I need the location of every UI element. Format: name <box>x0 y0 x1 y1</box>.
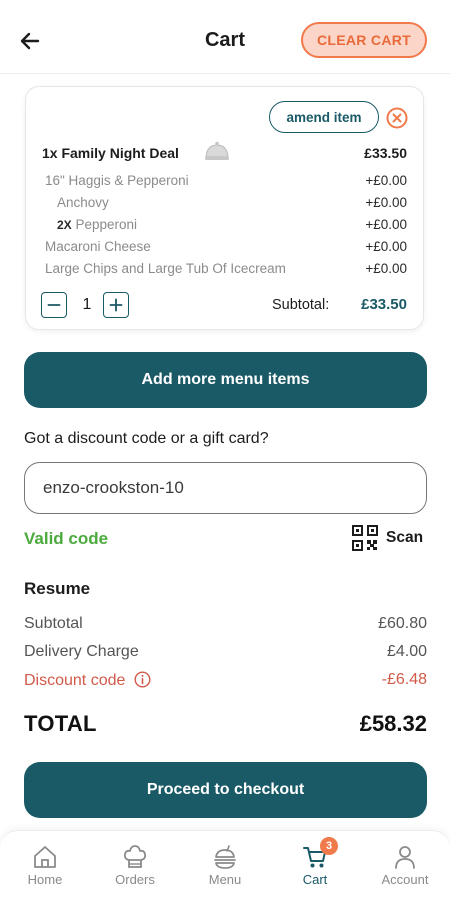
option-price: +£0.00 <box>365 261 407 276</box>
option-label: 2X Pepperoni <box>57 217 137 232</box>
option-price: +£0.00 <box>365 173 407 188</box>
bottom-nav: Home Orders Menu 3 Cart Account <box>0 830 450 900</box>
option-label: Large Chips and Large Tub Of Icecream <box>45 261 286 276</box>
amend-item-button[interactable]: amend item <box>269 101 379 133</box>
discount-code-input[interactable] <box>24 462 427 514</box>
chef-hat-icon <box>123 845 147 868</box>
scan-label: Scan <box>386 529 424 546</box>
option-label: Anchovy <box>57 195 109 210</box>
option-price: +£0.00 <box>365 239 407 254</box>
discount-code-value: -£6.48 <box>381 671 427 688</box>
resume-title: Resume <box>24 579 91 598</box>
total-label: TOTAL <box>24 711 97 736</box>
discount-question: Got a discount code or a gift card? <box>24 430 269 447</box>
nav-item-cart[interactable]: 3 Cart <box>270 837 360 887</box>
home-icon <box>34 846 56 868</box>
remove-item-icon[interactable] <box>386 107 408 129</box>
nav-item-account[interactable]: Account <box>360 843 450 887</box>
clear-cart-button[interactable]: CLEAR CART <box>301 22 427 58</box>
discount-code-row: Discount code <box>24 671 151 690</box>
qr-code-icon <box>352 525 378 551</box>
cart-item-card: amend item 1x Family Night Deal £33.50 1… <box>25 86 424 330</box>
item-subtotal-value: £33.50 <box>361 296 407 313</box>
back-arrow-icon[interactable] <box>16 26 46 56</box>
total-value: £58.32 <box>359 711 427 736</box>
delivery-charge-label: Delivery Charge <box>24 643 139 660</box>
option-label: 16" Haggis & Pepperoni <box>45 173 189 188</box>
quantity-value: 1 <box>82 296 92 313</box>
nav-item-orders[interactable]: Orders <box>90 843 180 887</box>
item-price: £33.50 <box>364 145 407 161</box>
account-icon <box>395 846 415 869</box>
proceed-to-checkout-button[interactable]: Proceed to checkout <box>24 762 427 818</box>
menu-icon <box>214 845 236 869</box>
option-quantity-prefix: 2X <box>57 218 72 232</box>
header: Cart CLEAR CART <box>0 0 450 74</box>
decrease-quantity-button[interactable] <box>41 292 67 318</box>
valid-code-status: Valid code <box>24 529 109 548</box>
cart-count-badge: 3 <box>320 837 338 855</box>
item-name: 1x Family Night Deal <box>42 145 179 161</box>
nav-label-cart: Cart <box>302 872 328 887</box>
nav-label-orders: Orders <box>115 872 155 887</box>
nav-label-menu: Menu <box>208 872 242 887</box>
nav-item-menu[interactable]: Menu <box>180 843 270 887</box>
nav-item-home[interactable]: Home <box>0 843 90 887</box>
increase-quantity-button[interactable] <box>103 292 129 318</box>
subtotal-value: £60.80 <box>378 615 427 632</box>
option-label: Macaroni Cheese <box>45 239 151 254</box>
food-cloche-icon <box>205 141 229 160</box>
delivery-charge-value: £4.00 <box>386 643 427 660</box>
subtotal-label: Subtotal <box>24 615 83 632</box>
nav-label-home: Home <box>27 872 63 887</box>
discount-code-label: Discount code <box>24 672 126 689</box>
option-price: +£0.00 <box>365 217 407 232</box>
nav-label-account: Account <box>381 872 429 887</box>
add-more-items-button[interactable]: Add more menu items <box>24 352 427 408</box>
info-icon[interactable] <box>134 671 151 688</box>
option-label-text: Pepperoni <box>75 217 138 232</box>
scan-button[interactable]: Scan <box>352 525 423 551</box>
item-subtotal-label: Subtotal: <box>272 297 330 313</box>
option-price: +£0.00 <box>365 195 407 210</box>
